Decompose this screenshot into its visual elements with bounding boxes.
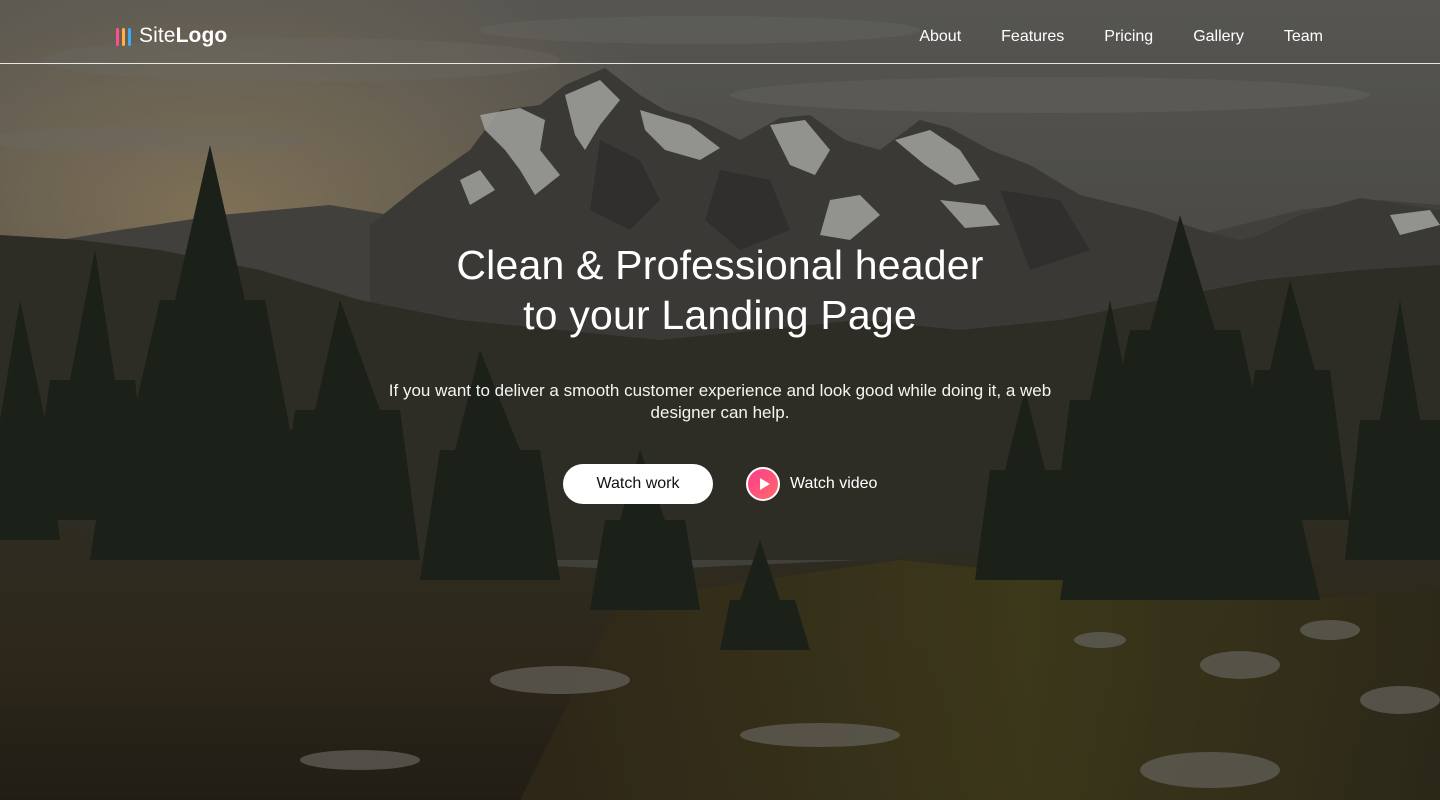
nav-item-gallery[interactable]: Gallery [1193, 27, 1244, 47]
logo-mark-icon [116, 24, 131, 46]
watch-work-button[interactable]: Watch work [563, 464, 713, 504]
hero-section: SiteLogo About Features Pricing Gallery … [0, 0, 1440, 800]
nav-item-about[interactable]: About [919, 27, 961, 47]
logo-bar [116, 28, 119, 46]
main-nav: About Features Pricing Gallery Team [919, 27, 1323, 47]
site-logo[interactable]: SiteLogo [116, 24, 227, 46]
logo-bar [122, 28, 125, 46]
watch-video-label: Watch video [790, 475, 878, 492]
nav-item-pricing[interactable]: Pricing [1104, 27, 1153, 47]
nav-item-team[interactable]: Team [1284, 27, 1323, 47]
hero-headline: Clean & Professional header to your Land… [320, 240, 1120, 340]
play-icon [746, 467, 780, 501]
nav-item-features[interactable]: Features [1001, 27, 1064, 47]
hero-headline-line-1: Clean & Professional header [456, 242, 984, 288]
hero-headline-line-2: to your Landing Page [523, 292, 917, 338]
hero-subtext: If you want to deliver a smooth customer… [388, 381, 1052, 422]
logo-bar [128, 28, 131, 46]
logo-text-light: Site [139, 23, 176, 47]
top-navigation-bar: SiteLogo About Features Pricing Gallery … [0, 0, 1440, 64]
logo-text: SiteLogo [139, 25, 227, 46]
watch-video-button[interactable]: Watch video [746, 467, 877, 501]
logo-text-bold: Logo [175, 23, 228, 47]
